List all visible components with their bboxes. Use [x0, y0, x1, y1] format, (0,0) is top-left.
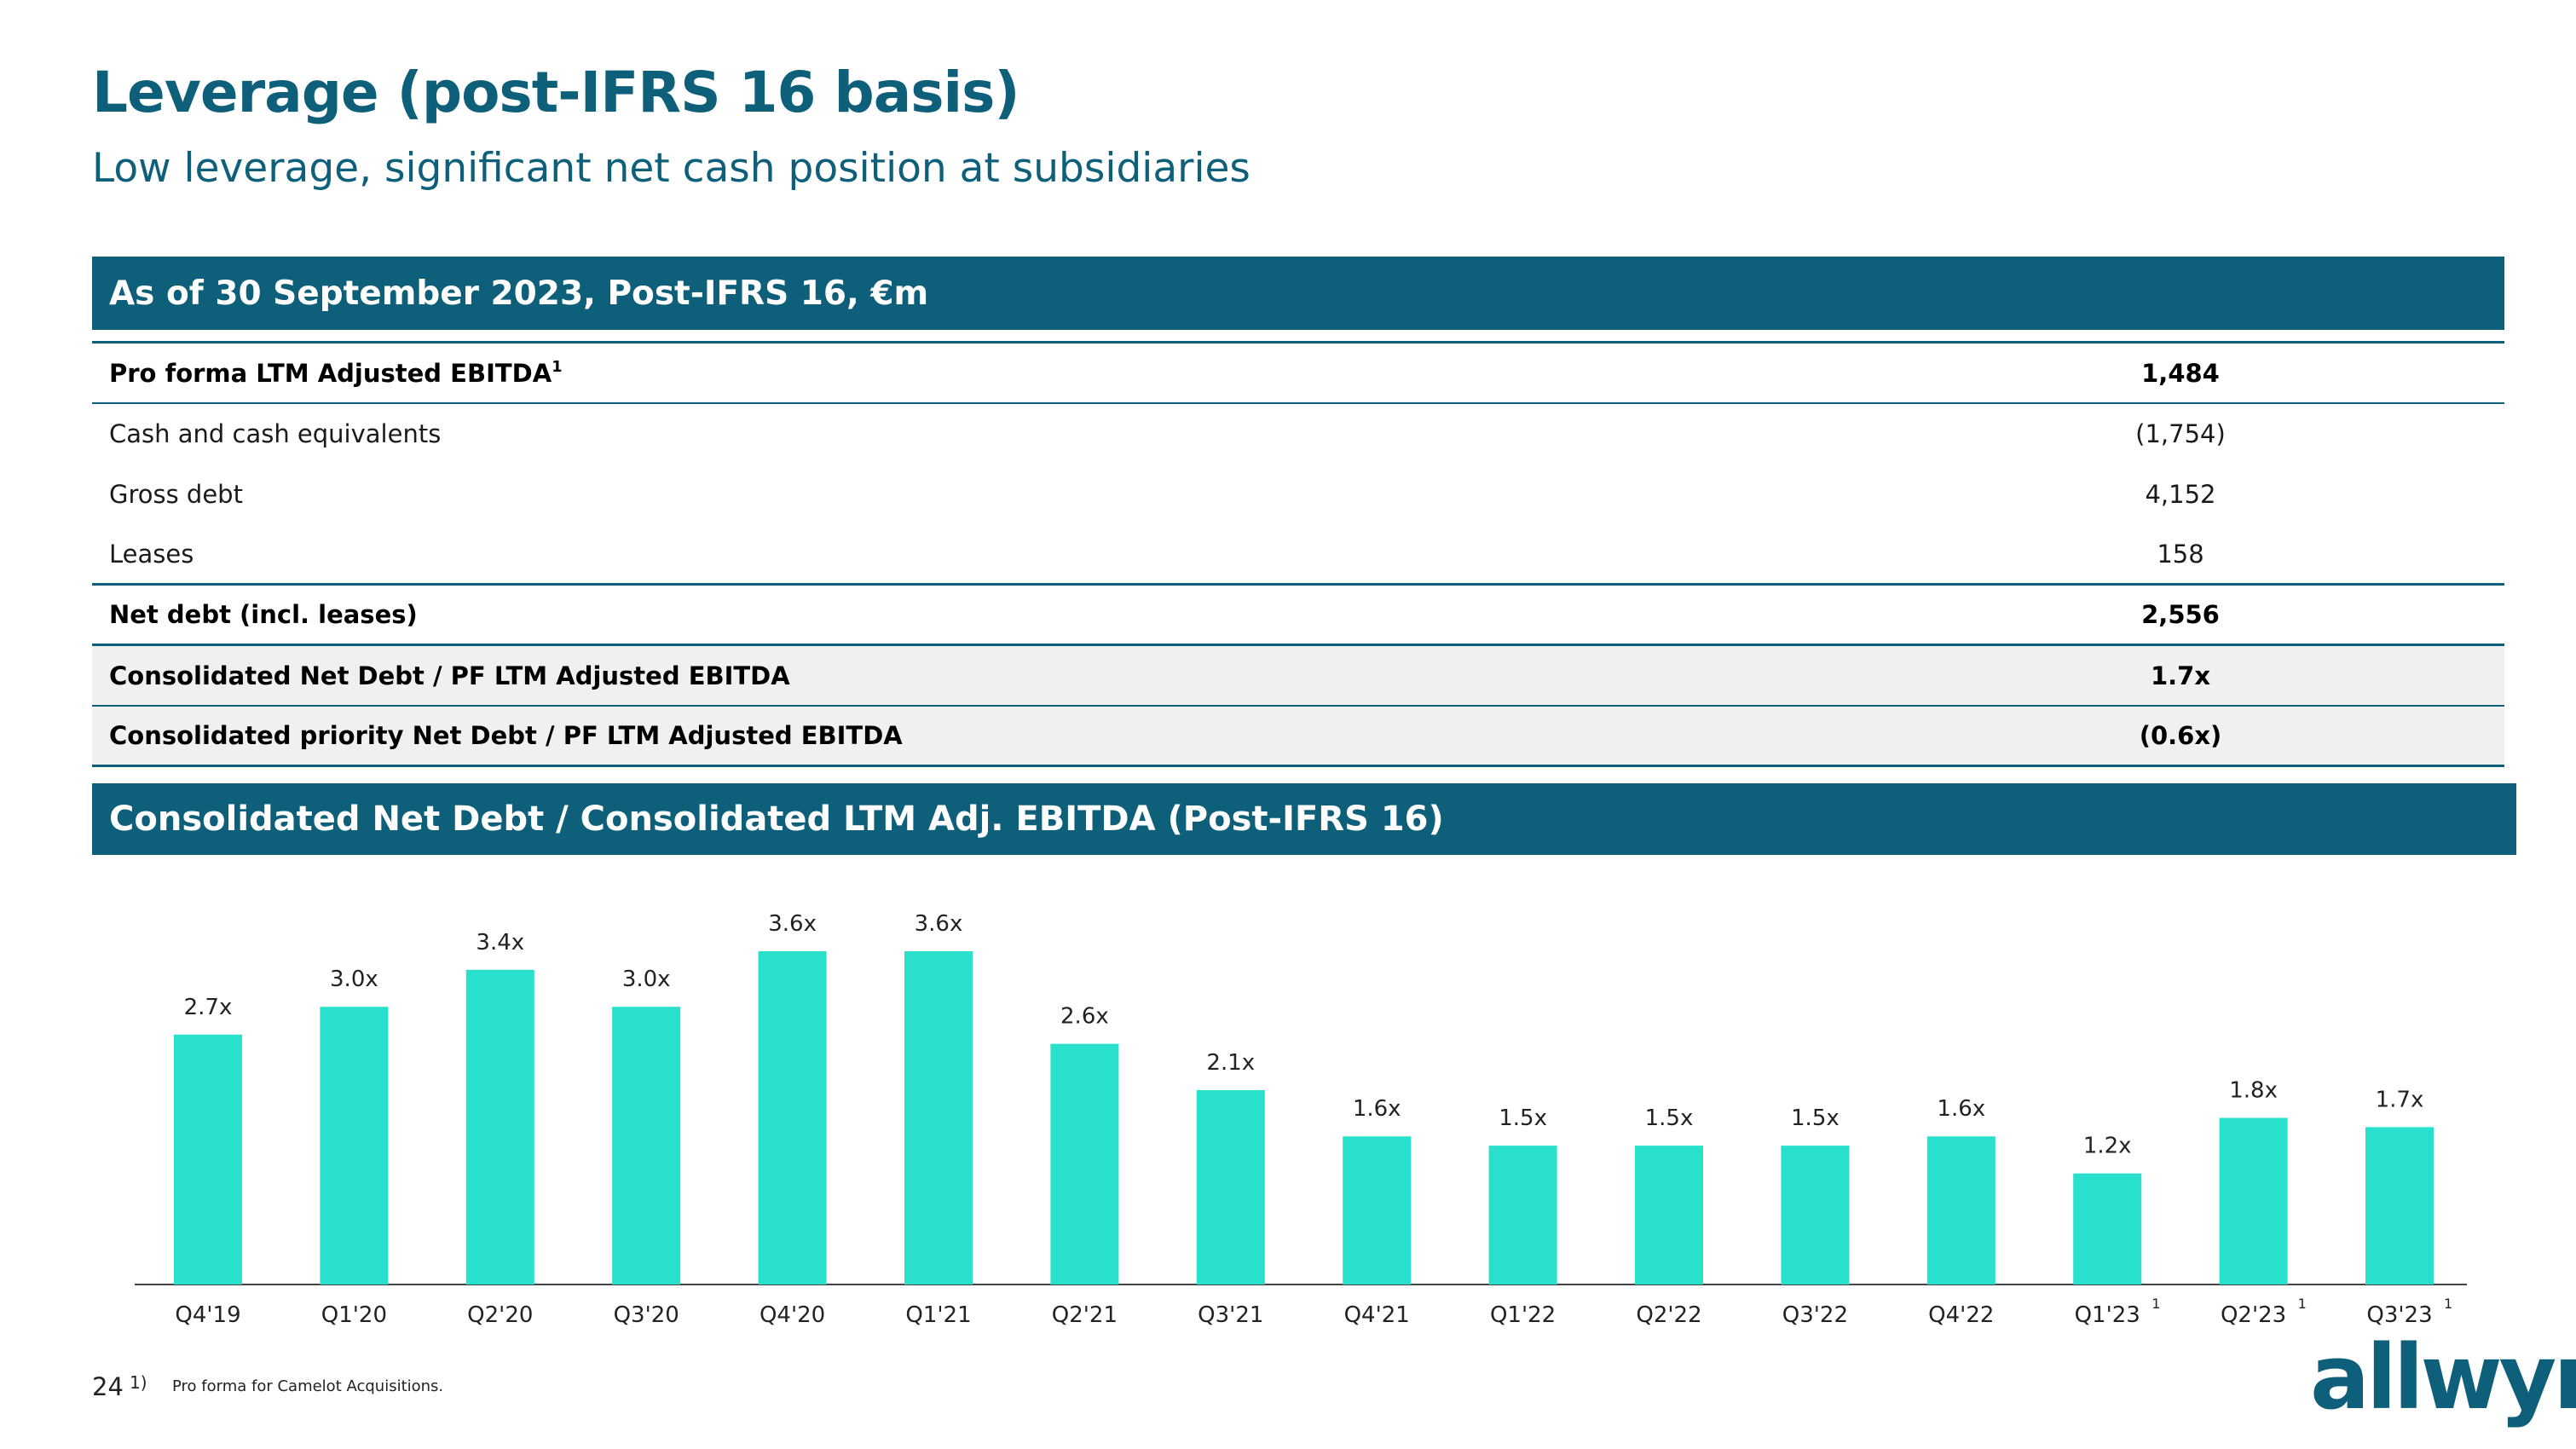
table-row: Consolidated priority Net Debt / PF LTM …: [92, 707, 2504, 767]
data-label: 2.6x: [1060, 1004, 1109, 1030]
x-tick-footnote: 1: [2151, 1296, 2160, 1312]
bar: [1781, 1146, 1850, 1284]
data-label: 3.0x: [622, 967, 671, 992]
data-label: 2.7x: [184, 995, 233, 1020]
page-number: 24: [92, 1372, 124, 1401]
x-tick-label: Q2'21: [1052, 1302, 1118, 1328]
x-tick-label: Q4'21: [1344, 1302, 1410, 1328]
footnote-marker: 1): [130, 1372, 147, 1393]
chart-heading: Consolidated Net Debt / Consolidated LTM…: [109, 800, 1444, 839]
footnote-text: Pro forma for Camelot Acquisitions.: [172, 1377, 444, 1395]
row-value: 1.7x: [2150, 661, 2211, 690]
x-tick-footnote: 1: [2298, 1296, 2307, 1312]
x-tick-label: Q1'20: [321, 1302, 387, 1328]
bar: [1343, 1136, 1412, 1284]
table-row: Net debt (incl. leases) 2,556: [92, 586, 2504, 646]
table-row: Leases 158: [92, 525, 2504, 586]
bar: [1635, 1146, 1703, 1284]
data-label: 3.6x: [768, 911, 817, 937]
bar: [2073, 1173, 2142, 1284]
data-label: 1.5x: [1645, 1106, 1694, 1131]
row-label: Pro forma LTM Adjusted EBITDA1: [109, 358, 563, 388]
data-label: 3.6x: [915, 911, 963, 937]
x-tick-label: Q1'22: [1490, 1302, 1556, 1328]
x-tick-label: Q2'20: [467, 1302, 533, 1328]
x-tick-label: Q4'20: [760, 1302, 825, 1328]
bar: [2365, 1127, 2434, 1284]
page-subtitle: Low leverage, significant net cash posit…: [92, 145, 1250, 192]
table-row: Gross debt 4,152: [92, 465, 2504, 525]
bar: [1050, 1043, 1119, 1284]
data-label: 1.7x: [2376, 1087, 2424, 1112]
data-label: 3.4x: [476, 930, 524, 955]
x-tick-label: Q2'22: [1636, 1302, 1701, 1328]
table-row: Cash and cash equivalents (1,754): [92, 404, 2504, 465]
page-title: Leverage (post-IFRS 16 basis): [92, 60, 1020, 125]
x-tick-footnote: 1: [2444, 1296, 2452, 1312]
allwyn-logo: allwyn: [2310, 1325, 2576, 1429]
table-row: Pro forma LTM Adjusted EBITDA1 1,484: [92, 343, 2504, 404]
x-tick-label: Q2'23: [2221, 1302, 2286, 1328]
data-label: 1.5x: [1791, 1106, 1840, 1131]
row-label: Gross debt: [109, 479, 243, 509]
bar: [1488, 1146, 1557, 1284]
x-tick-label: Q1'23: [2075, 1302, 2140, 1328]
bar: [2219, 1117, 2288, 1284]
data-label: 1.2x: [2083, 1134, 2132, 1159]
row-value: (0.6x): [2139, 721, 2222, 750]
data-label: 1.6x: [1353, 1096, 1401, 1122]
table-heading-band: As of 30 September 2023, Post-IFRS 16, €…: [92, 257, 2504, 330]
row-value: 1,484: [2141, 358, 2220, 388]
row-value: 4,152: [2145, 479, 2216, 509]
row-value: 158: [2157, 540, 2204, 569]
bar: [1926, 1136, 1996, 1284]
leverage-bar-chart: 2.7x Q4'19 3.0x Q1'20 3.4x Q2'20 3.0x Q3'20 3.6x…: [135, 911, 2467, 1328]
row-value: 2,556: [2141, 600, 2220, 629]
row-label: Consolidated priority Net Debt / PF LTM …: [109, 721, 903, 750]
data-label: 1.5x: [1499, 1106, 1547, 1131]
row-label: Cash and cash equivalents: [109, 419, 442, 448]
x-tick-label: Q3'20: [614, 1302, 679, 1328]
x-tick-label: Q4'22: [1928, 1302, 1994, 1328]
x-tick-label: Q3'21: [1198, 1302, 1263, 1328]
bar: [174, 1034, 242, 1284]
bar: [904, 951, 973, 1284]
chart-heading-band: Consolidated Net Debt / Consolidated LTM…: [92, 783, 2516, 855]
bar: [465, 969, 534, 1284]
bar: [758, 951, 827, 1284]
data-label: 1.6x: [1937, 1096, 1985, 1122]
x-tick-label: Q1'21: [905, 1302, 971, 1328]
x-tick-label: Q3'23: [2366, 1302, 2432, 1328]
x-tick-label: Q4'19: [175, 1302, 240, 1328]
data-label: 3.0x: [330, 967, 378, 992]
row-label: Net debt (incl. leases): [109, 600, 418, 629]
leverage-table: Pro forma LTM Adjusted EBITDA1 1,484 Cas…: [92, 341, 2504, 767]
table-heading: As of 30 September 2023, Post-IFRS 16, €…: [109, 274, 929, 313]
x-tick-label: Q3'22: [1782, 1302, 1848, 1328]
bar: [320, 1007, 389, 1284]
row-label: Leases: [109, 540, 194, 569]
row-label: Consolidated Net Debt / PF LTM Adjusted …: [109, 661, 790, 690]
row-value: (1,754): [2135, 419, 2226, 448]
table-row: Consolidated Net Debt / PF LTM Adjusted …: [92, 646, 2504, 707]
bar: [1196, 1089, 1265, 1284]
data-label: 1.8x: [2229, 1078, 2278, 1104]
data-label: 2.1x: [1206, 1050, 1255, 1076]
bar: [612, 1007, 681, 1284]
